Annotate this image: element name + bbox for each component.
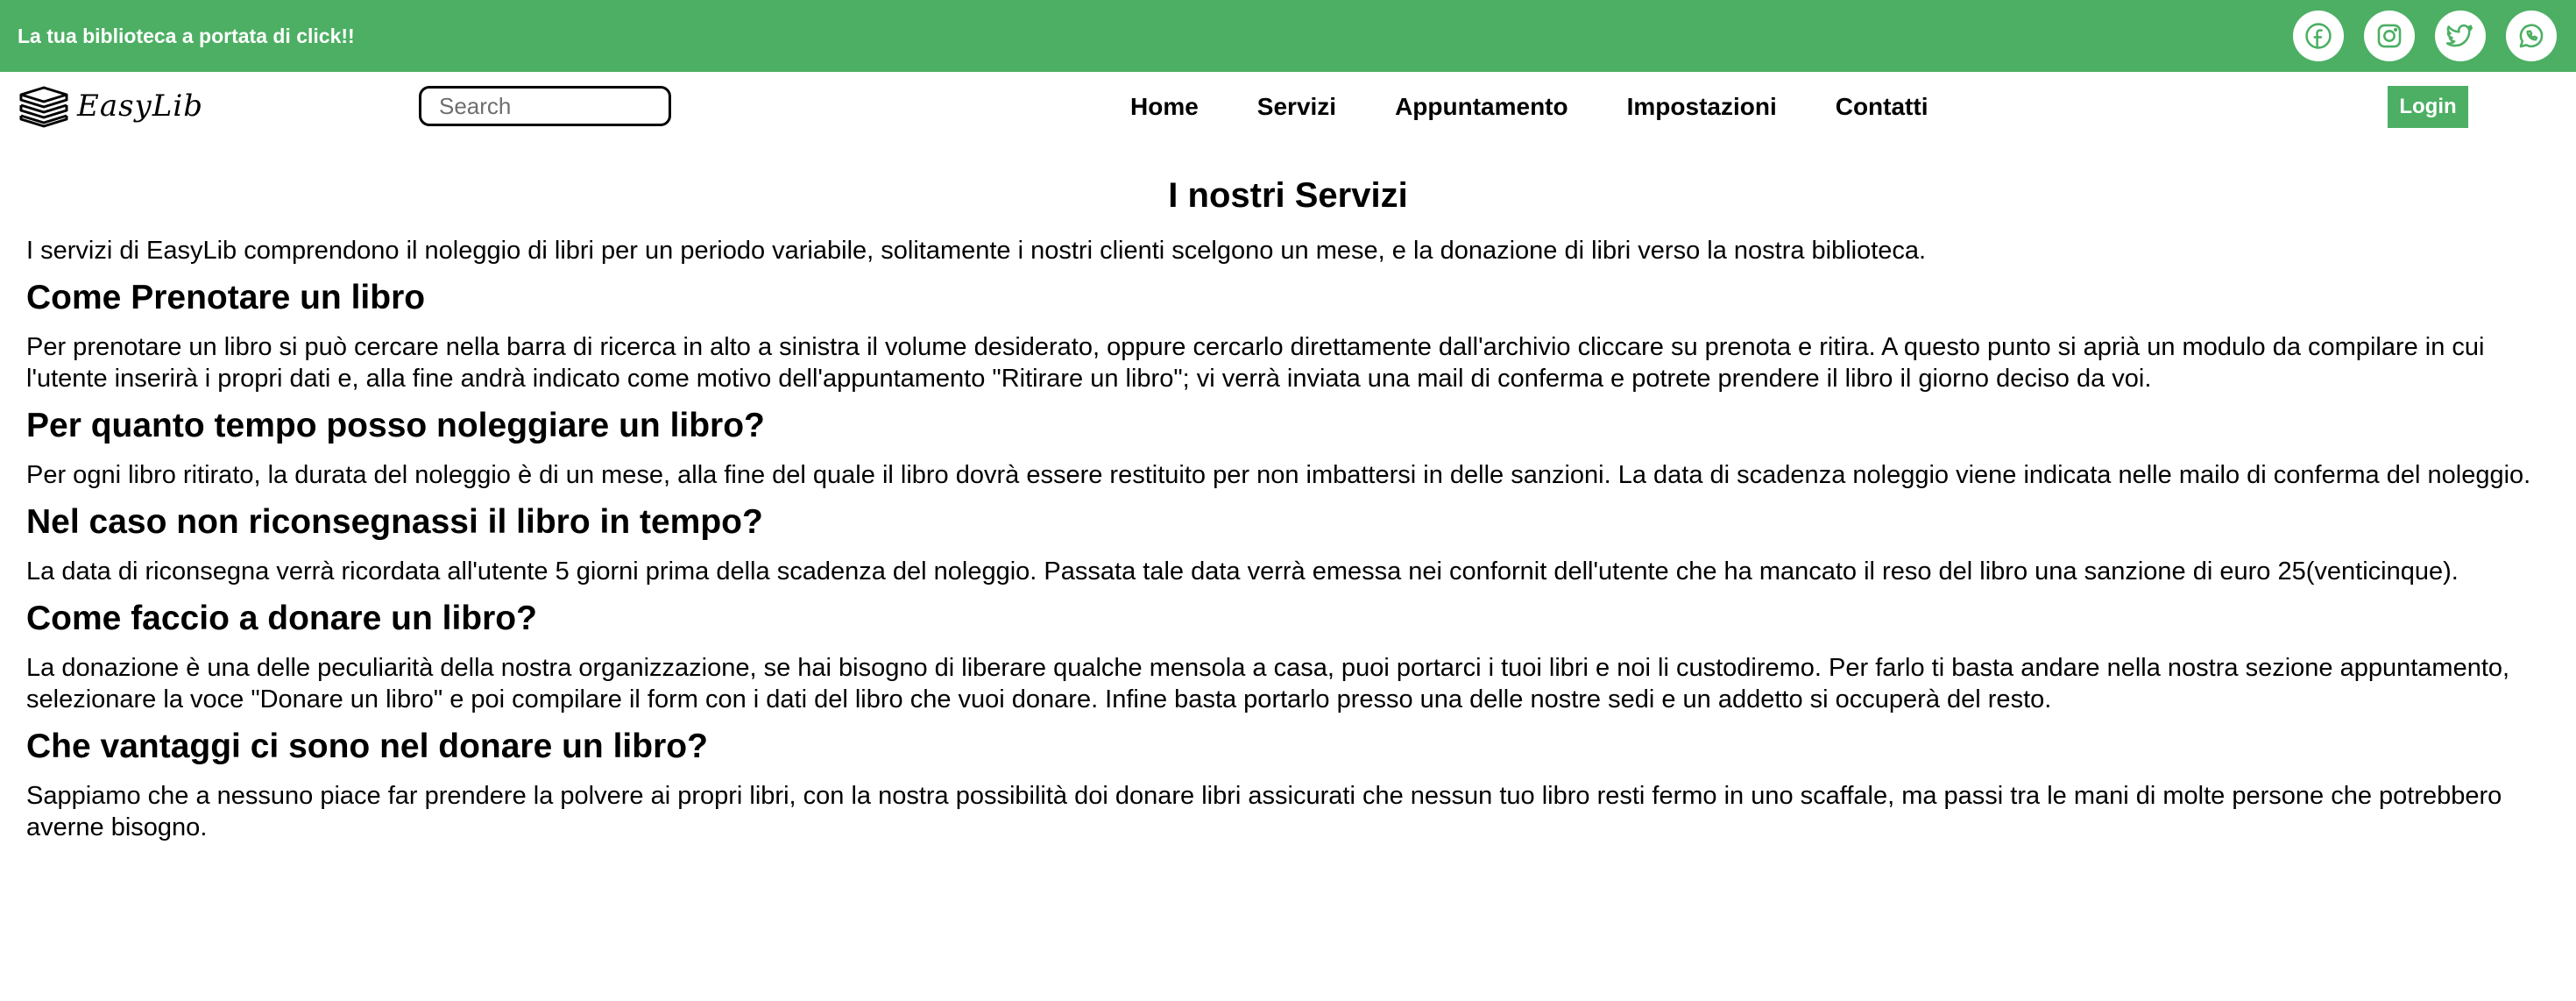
page-title: I nostri Servizi xyxy=(1168,176,1408,215)
nav-servizi[interactable]: Servizi xyxy=(1257,89,1336,124)
social-links xyxy=(2293,11,2557,61)
section-donare: Come faccio a donare un libro? La donazi… xyxy=(26,598,2550,715)
section-durata: Per quanto tempo posso noleggiare un lib… xyxy=(26,405,2550,491)
twitter-icon xyxy=(2445,24,2473,47)
search-input[interactable] xyxy=(419,86,671,126)
nav-impostazioni[interactable]: Impostazioni xyxy=(1627,89,1777,124)
facebook-link[interactable] xyxy=(2293,11,2344,61)
top-banner: La tua biblioteca a portata di click!! xyxy=(0,0,2576,72)
section-ritardo: Nel caso non riconsegnassi il libro in t… xyxy=(26,501,2550,587)
section-heading: Come faccio a donare un libro? xyxy=(26,600,537,637)
tagline: La tua biblioteca a portata di click!! xyxy=(18,24,355,47)
twitter-link[interactable] xyxy=(2435,11,2486,61)
section-text: Per prenotare un libro si può cercare ne… xyxy=(26,333,2485,393)
main-content: I nostri Servizi I servizi di EasyLib co… xyxy=(0,174,2576,843)
section-text: Per ogni libro ritirato, la durata del n… xyxy=(26,461,2531,489)
section-heading: Per quanto tempo posso noleggiare un lib… xyxy=(26,407,765,444)
section-prenotare: Come Prenotare un libro Per prenotare un… xyxy=(26,277,2550,394)
section-heading: Nel caso non riconsegnassi il libro in t… xyxy=(26,503,763,541)
section-vantaggi: Che vantaggi ci sono nel donare un libro… xyxy=(26,726,2550,843)
intro-text: I servizi di EasyLib comprendono il nole… xyxy=(26,237,1927,265)
section-heading: Che vantaggi ci sono nel donare un libro… xyxy=(26,728,708,765)
section-text: Sappiamo che a nessuno piace far prender… xyxy=(26,782,2502,841)
login-button[interactable]: Login xyxy=(2388,86,2468,128)
nav-contatti[interactable]: Contatti xyxy=(1836,89,1928,124)
nav-links: Home Servizi Appuntamento Impostazioni C… xyxy=(1130,89,1928,124)
nav-home[interactable]: Home xyxy=(1130,89,1199,124)
section-text: La data di riconsegna verrà ricordata al… xyxy=(26,557,2459,586)
whatsapp-icon xyxy=(2519,24,2544,48)
logo-text: EasyLib xyxy=(77,89,203,124)
navbar: EasyLib Home Servizi Appuntamento Impost… xyxy=(0,72,2576,142)
whatsapp-link[interactable] xyxy=(2506,11,2557,61)
logo[interactable]: EasyLib xyxy=(18,84,203,128)
facebook-icon xyxy=(2305,23,2332,49)
books-stack-icon xyxy=(19,86,68,128)
section-heading: Come Prenotare un libro xyxy=(26,279,426,316)
instagram-link[interactable] xyxy=(2364,11,2415,61)
section-text: La donazione è una delle peculiarità del… xyxy=(26,654,2510,713)
nav-appuntamento[interactable]: Appuntamento xyxy=(1395,89,1568,124)
instagram-icon xyxy=(2377,24,2402,48)
